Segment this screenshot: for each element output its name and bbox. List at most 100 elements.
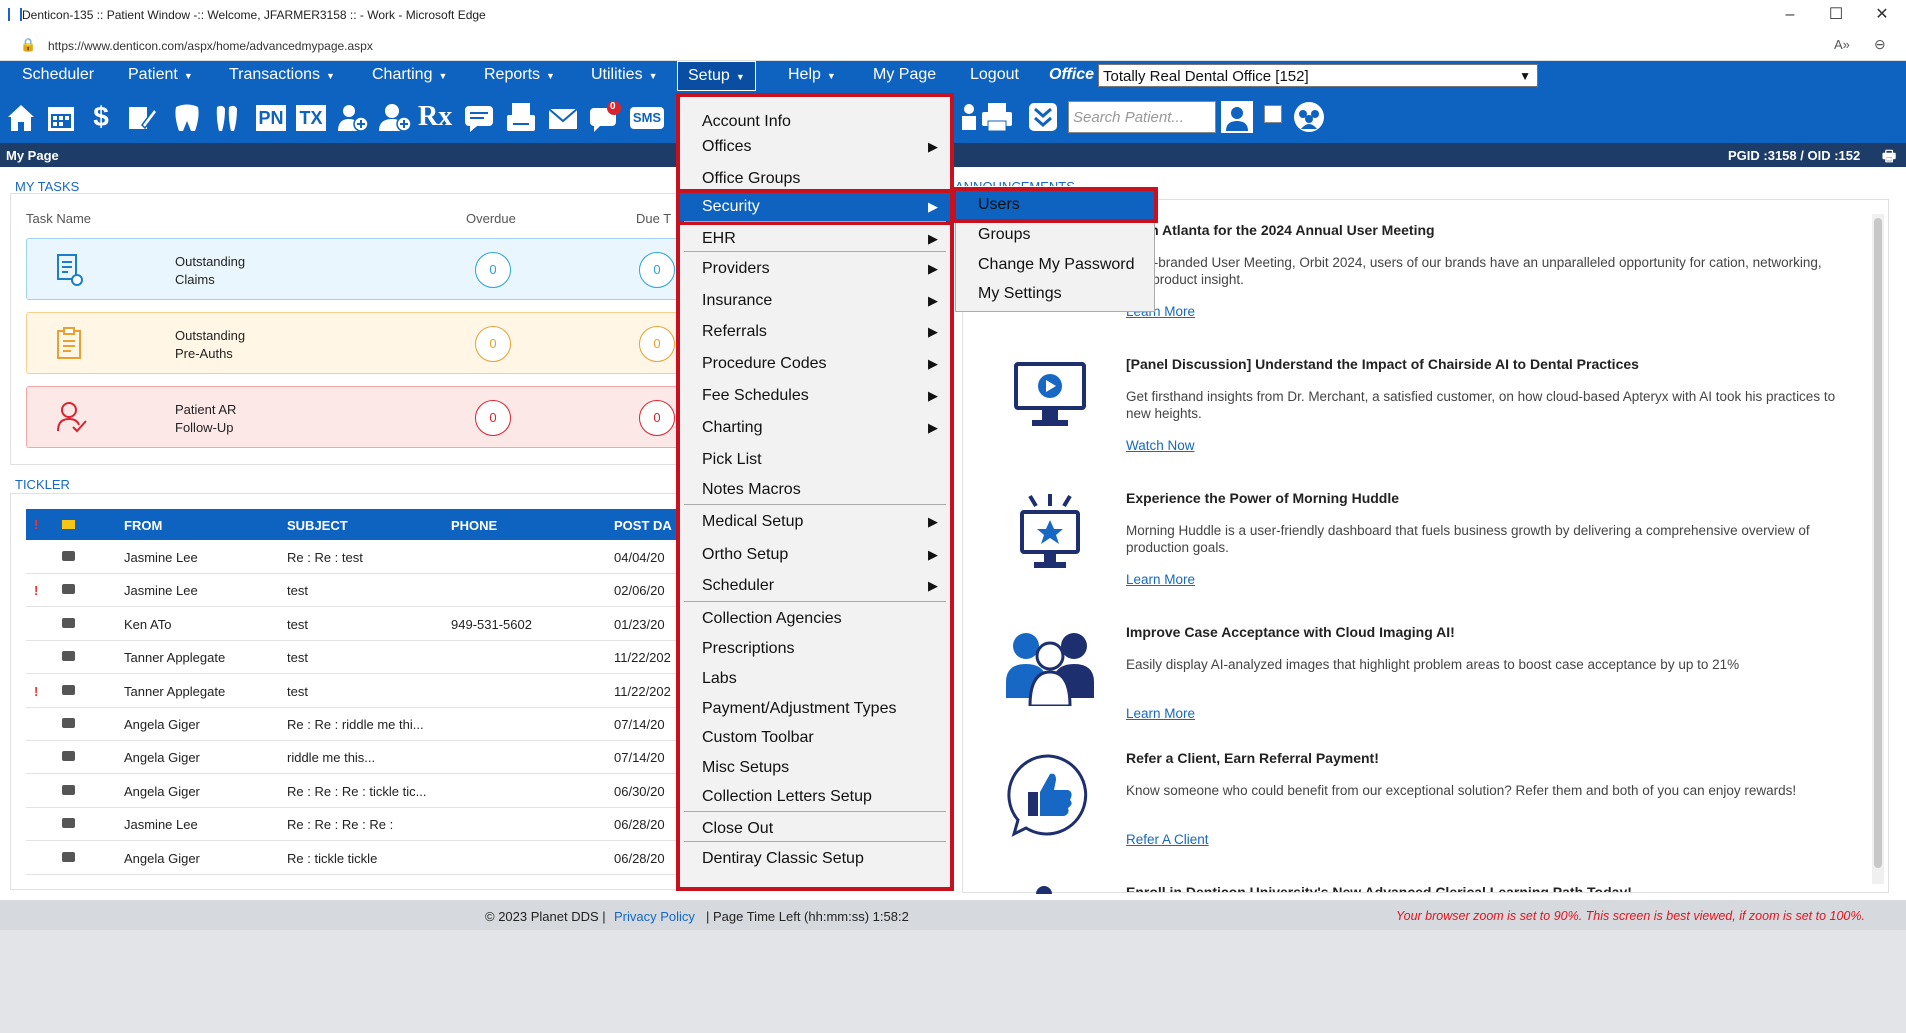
post-date-header[interactable]: POST DA xyxy=(614,518,672,533)
nav-charting[interactable]: Charting ▼ xyxy=(372,61,447,91)
table-row[interactable]: Angela Giger Re : tickle tickle 06/28/20 xyxy=(26,841,706,875)
email-icon[interactable] xyxy=(546,99,580,135)
nav-my-page[interactable]: My Page xyxy=(873,61,936,91)
progress-notes-icon[interactable]: PN xyxy=(254,99,288,135)
menu-item-prescriptions[interactable]: Prescriptions xyxy=(680,635,950,663)
print-document-icon[interactable] xyxy=(504,99,538,135)
submenu-item-users[interactable]: Users xyxy=(952,187,1158,223)
menu-item-collection-letters-setup[interactable]: Collection Letters Setup xyxy=(680,783,950,811)
task-outstanding-preauths[interactable]: Outstanding Pre-Auths 0 0 xyxy=(26,312,696,374)
sms-icon[interactable]: SMS xyxy=(630,99,664,135)
edit-note-icon[interactable] xyxy=(124,99,158,135)
treatment-icon[interactable]: TX xyxy=(294,99,328,135)
menu-item-close-out[interactable]: Close Out xyxy=(680,815,950,843)
submenu-item-groups[interactable]: Groups xyxy=(956,221,1154,249)
menu-item-charting[interactable]: Charting ▶ xyxy=(680,414,950,442)
announcements-scrollbar[interactable] xyxy=(1872,214,1884,884)
menu-item-custom-toolbar[interactable]: Custom Toolbar xyxy=(680,724,950,752)
tooth-icon[interactable] xyxy=(170,99,204,135)
table-row[interactable]: ! Jasmine Lee test 02/06/20 xyxy=(26,573,706,608)
minimize-button[interactable]: – xyxy=(1770,4,1810,26)
table-row[interactable]: Ken ATo test 949-531-5602 01/23/20 xyxy=(26,607,706,641)
nav-utilities[interactable]: Utilities ▼ xyxy=(591,61,657,91)
menu-item-procedure-codes[interactable]: Procedure Codes ▶ xyxy=(680,350,950,378)
search-patient-input[interactable]: Search Patient... xyxy=(1068,101,1216,133)
menu-item-insurance[interactable]: Insurance ▶ xyxy=(680,287,950,315)
calendar-icon[interactable] xyxy=(44,99,78,135)
task-patient-ar-followup[interactable]: Patient AR Follow-Up 0 0 xyxy=(26,386,696,448)
menu-item-referrals[interactable]: Referrals ▶ xyxy=(680,318,950,346)
dollar-icon[interactable]: $ xyxy=(84,99,118,135)
collapse-down-icon[interactable] xyxy=(1026,99,1060,135)
phone-header[interactable]: PHONE xyxy=(451,518,497,533)
due-count[interactable]: 0 xyxy=(639,252,675,288)
nav-patient[interactable]: Patient ▼ xyxy=(128,61,193,91)
menu-item-collection-agencies[interactable]: Collection Agencies xyxy=(680,605,950,633)
address-bar[interactable]: 🔒 https://www.denticon.com/aspx/home/adv… xyxy=(0,30,1906,61)
menu-item-misc-setups[interactable]: Misc Setups xyxy=(680,754,950,782)
menu-item-ortho-setup[interactable]: Ortho Setup ▶ xyxy=(680,541,950,569)
announcement-link[interactable]: Learn More xyxy=(1126,572,1195,587)
message-icon[interactable] xyxy=(462,99,496,135)
from-header[interactable]: FROM xyxy=(124,518,162,533)
close-button[interactable]: ✕ xyxy=(1862,4,1902,26)
announcement-link[interactable]: Refer A Client xyxy=(1126,832,1209,847)
table-row[interactable]: Tanner Applegate test 11/22/202 xyxy=(26,640,706,675)
nav-help[interactable]: Help ▼ xyxy=(788,61,836,91)
subject-header[interactable]: SUBJECT xyxy=(287,518,348,533)
privacy-policy-link[interactable]: Privacy Policy xyxy=(614,909,695,924)
announcement-body: Get firsthand insights from Dr. Merchant… xyxy=(1126,389,1836,421)
nav-transactions[interactable]: Transactions ▼ xyxy=(229,61,335,91)
nav-setup[interactable]: Setup ▼ xyxy=(677,61,756,91)
scrollbar-thumb[interactable] xyxy=(1874,218,1882,868)
task-outstanding-claims[interactable]: Outstanding Claims 0 0 xyxy=(26,238,696,300)
read-aloud-icon[interactable]: A» xyxy=(1834,37,1850,52)
submenu-item-change-password[interactable]: Change My Password xyxy=(956,251,1154,279)
menu-item-ehr[interactable]: EHR ▶ xyxy=(680,225,950,253)
menu-item-providers[interactable]: Providers ▶ xyxy=(680,255,950,283)
url-text[interactable]: https://www.denticon.com/aspx/home/advan… xyxy=(48,39,373,53)
menu-item-labs[interactable]: Labs xyxy=(680,665,950,693)
overdue-count[interactable]: 0 xyxy=(475,326,511,362)
announcement-link[interactable]: Watch Now xyxy=(1126,438,1195,453)
add-family-icon[interactable] xyxy=(378,99,412,135)
office-select[interactable]: Totally Real Dental Office [152] ▼ xyxy=(1098,64,1538,87)
due-count[interactable]: 0 xyxy=(639,326,675,362)
menu-item-security[interactable]: Security ▶ xyxy=(676,189,954,225)
submenu-item-my-settings[interactable]: My Settings xyxy=(956,280,1154,308)
printer-icon[interactable] xyxy=(980,99,1014,135)
table-row[interactable]: Jasmine Lee Re : Re : Re : Re : 06/28/20 xyxy=(26,807,706,842)
menu-item-notes-macros[interactable]: Notes Macros xyxy=(680,476,950,504)
nav-reports[interactable]: Reports ▼ xyxy=(484,61,555,91)
browser-menu-icon[interactable]: ⊖ xyxy=(1874,36,1886,53)
add-patient-icon[interactable] xyxy=(336,99,370,135)
menu-item-offices[interactable]: Offices ▶ xyxy=(680,133,950,161)
home-icon[interactable] xyxy=(4,99,38,135)
teeth-chart-icon[interactable] xyxy=(212,99,246,135)
menu-item-medical-setup[interactable]: Medical Setup ▶ xyxy=(680,508,950,536)
table-row[interactable]: Angela Giger Re : Re : riddle me thi... 07… xyxy=(26,707,706,741)
table-row[interactable]: ! Tanner Applegate test 11/22/202 xyxy=(26,674,706,708)
table-row[interactable]: Angela Giger Re : Re : Re : tickle tic...… xyxy=(26,774,706,808)
menu-item-pick-list[interactable]: Pick List xyxy=(680,446,950,474)
prescription-icon[interactable]: Rx xyxy=(418,99,452,135)
due-count[interactable]: 0 xyxy=(639,400,675,436)
table-row[interactable]: Angela Giger riddle me this... 07/14/20 xyxy=(26,740,706,775)
group-search-icon[interactable] xyxy=(1292,99,1326,135)
menu-item-fee-schedules[interactable]: Fee Schedules ▶ xyxy=(680,382,950,410)
menu-item-account-info[interactable]: Account Info xyxy=(680,108,950,136)
nav-scheduler[interactable]: Scheduler xyxy=(22,61,94,91)
nav-logout[interactable]: Logout xyxy=(970,61,1019,91)
envelope-icon xyxy=(62,617,75,628)
chat-notifications-icon[interactable]: 0 xyxy=(588,99,622,135)
menu-item-dentiray-classic-setup[interactable]: Dentiray Classic Setup xyxy=(680,845,950,873)
maximize-button[interactable]: ☐ xyxy=(1816,4,1856,26)
overdue-count[interactable]: 0 xyxy=(475,400,511,436)
menu-item-payment-adjustment-types[interactable]: Payment/Adjustment Types xyxy=(680,695,950,723)
patient-search-icon[interactable] xyxy=(1220,99,1254,135)
table-row[interactable]: Jasmine Lee Re : Re : test 04/04/20 xyxy=(26,540,706,574)
overdue-count[interactable]: 0 xyxy=(475,252,511,288)
include-inactive-checkbox[interactable] xyxy=(1264,105,1282,123)
menu-item-scheduler[interactable]: Scheduler ▶ xyxy=(680,572,950,600)
announcement-link[interactable]: Learn More xyxy=(1126,706,1195,721)
